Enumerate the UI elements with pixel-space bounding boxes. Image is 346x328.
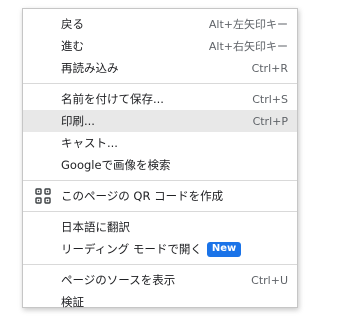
menu-item-label: 戻る	[61, 17, 84, 31]
menu-item-view-source[interactable]: ページのソースを表示 Ctrl+U	[23, 269, 297, 291]
menu-item-forward[interactable]: 進む Alt+右矢印キー	[23, 35, 297, 57]
menu-item-reload[interactable]: 再読み込み Ctrl+R	[23, 57, 297, 79]
menu-item-label: リーディング モードで開く	[61, 242, 202, 256]
menu-item-shortcut: Alt+右矢印キー	[208, 40, 288, 53]
menu-item-print[interactable]: 印刷... Ctrl+P	[23, 110, 297, 132]
menu-item-label: Googleで画像を検索	[61, 158, 171, 172]
menu-item-label: 再読み込み	[61, 61, 119, 75]
context-menu: 戻る Alt+左矢印キー 進む Alt+右矢印キー 再読み込み Ctrl+R 名…	[22, 8, 298, 309]
menu-item-label: 印刷...	[61, 114, 95, 128]
menu-item-back[interactable]: 戻る Alt+左矢印キー	[23, 13, 297, 35]
menu-item-label: 日本語に翻訳	[61, 220, 130, 234]
menu-separator	[23, 211, 297, 212]
menu-item-create-qr-code[interactable]: このページの QR コードを作成	[23, 185, 297, 207]
menu-item-label: 名前を付けて保存...	[61, 92, 164, 106]
menu-item-shortcut: Alt+左矢印キー	[208, 18, 288, 31]
page-canvas: 戻る Alt+左矢印キー 進む Alt+右矢印キー 再読み込み Ctrl+R 名…	[0, 0, 346, 328]
menu-item-shortcut: Ctrl+R	[251, 61, 288, 75]
menu-item-inspect[interactable]: 検証	[23, 291, 297, 313]
menu-item-cast[interactable]: キャスト...	[23, 132, 297, 154]
new-badge: New	[206, 242, 242, 257]
menu-separator	[23, 180, 297, 181]
menu-item-translate[interactable]: 日本語に翻訳	[23, 216, 297, 238]
menu-item-search-image-google[interactable]: Googleで画像を検索	[23, 154, 297, 176]
menu-separator	[23, 83, 297, 84]
menu-item-label: 進む	[61, 39, 84, 53]
menu-item-reading-mode[interactable]: リーディング モードで開く New	[23, 238, 297, 260]
menu-item-shortcut: Ctrl+P	[252, 114, 288, 128]
menu-item-save-as[interactable]: 名前を付けて保存... Ctrl+S	[23, 88, 297, 110]
menu-item-label: ページのソースを表示	[61, 273, 176, 287]
menu-item-label: キャスト...	[61, 136, 118, 150]
menu-separator	[23, 264, 297, 265]
menu-item-label: このページの QR コードを作成	[61, 189, 224, 203]
menu-item-shortcut: Ctrl+S	[252, 92, 288, 106]
menu-item-label-wrap: リーディング モードで開く New	[61, 241, 288, 257]
qr-code-icon	[35, 188, 51, 204]
menu-item-label: 検証	[61, 295, 84, 309]
menu-item-shortcut: Ctrl+U	[251, 273, 288, 287]
